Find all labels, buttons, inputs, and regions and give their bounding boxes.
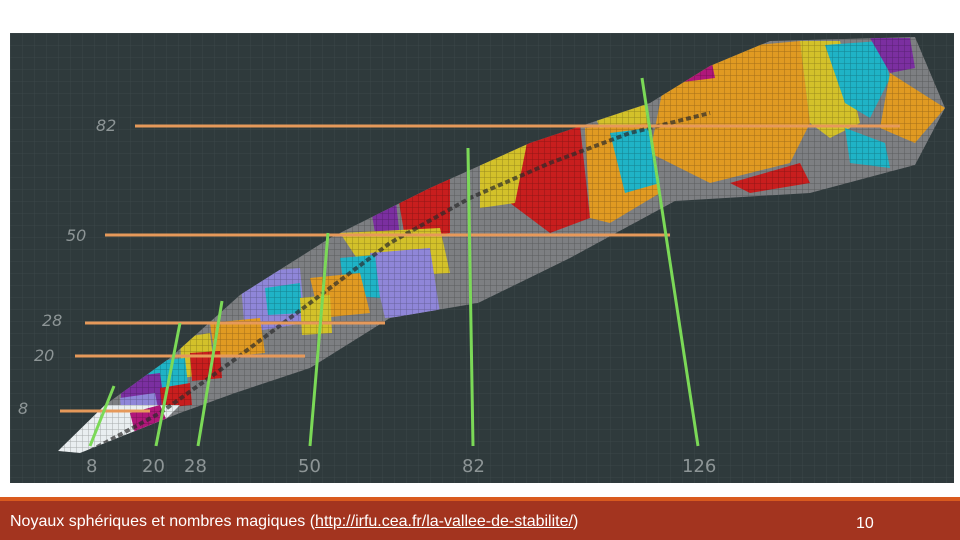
source-link[interactable]: http://irfu.cea.fr/la-vallee-de-stabilit… [315,513,573,530]
proton-label-20: 20 [34,346,55,365]
proton-label-50: 50 [66,226,87,245]
proton-label-82: 82 [96,116,117,135]
neutron-label-126: 126 [682,456,717,477]
nuclide-chart-svg [10,33,954,483]
proton-label-28: 28 [42,311,63,330]
neutron-label-28: 28 [184,456,207,477]
caption-text: Noyaux sphériques et nombres magiques ( [10,513,316,530]
caption-close-paren: ) [572,513,579,530]
page-number: 10 [856,515,874,532]
neutron-label-82: 82 [462,456,485,477]
nuclide-chart-image: 82 50 28 20 8 8 20 28 50 82 126 [10,33,954,483]
slide: 82 50 28 20 8 8 20 28 50 82 126 Noyaux s… [0,0,960,540]
neutron-label-50: 50 [298,456,321,477]
neutron-label-8: 8 [86,456,98,477]
slide-caption: Noyaux sphériques et nombres magiques (h… [10,513,578,531]
neutron-label-20: 20 [142,456,165,477]
proton-label-8: 8 [18,399,29,418]
